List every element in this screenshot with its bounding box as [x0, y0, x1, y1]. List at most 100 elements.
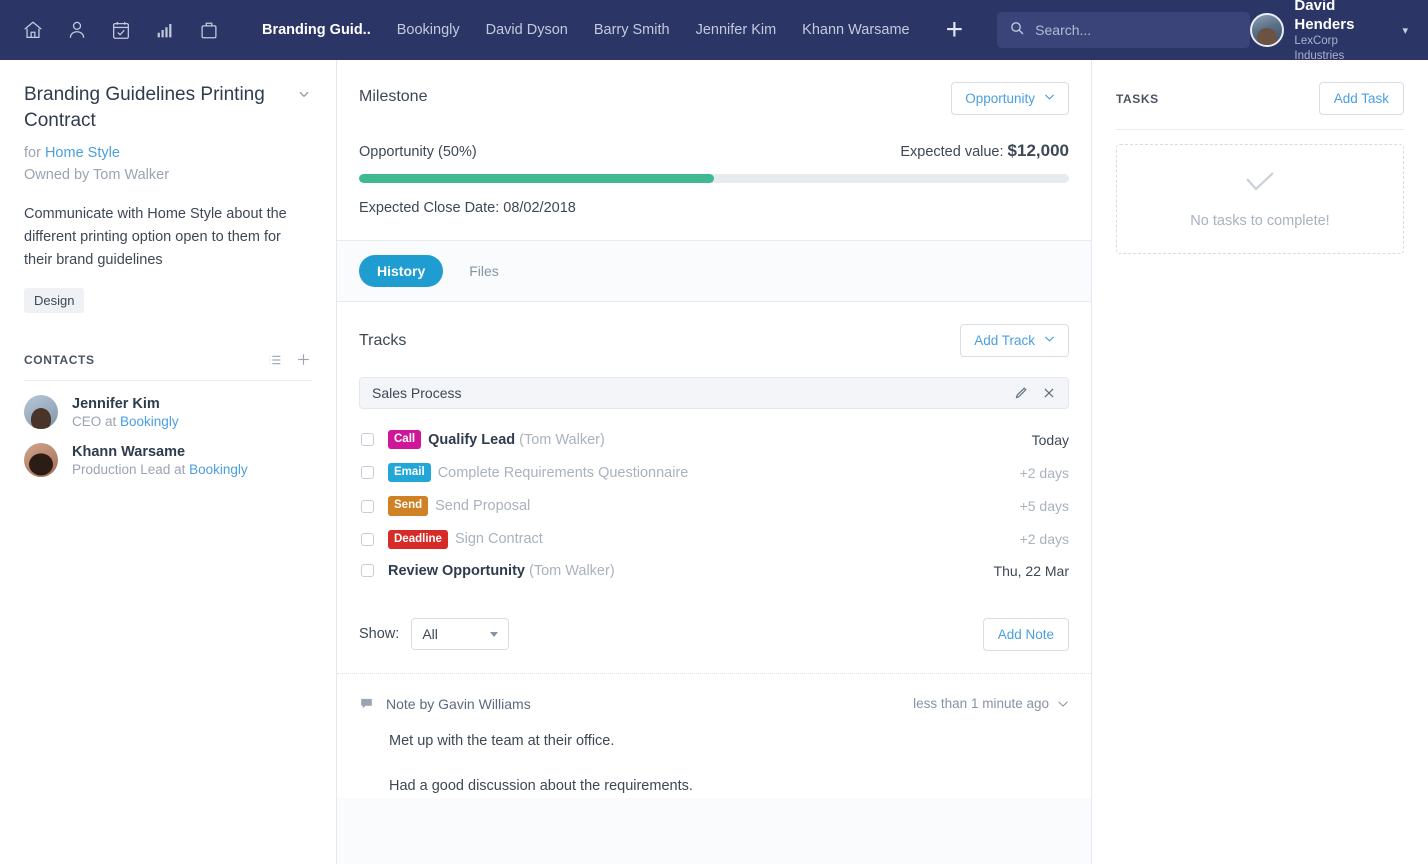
- track-step-row[interactable]: DeadlineSign Contract+2 days: [359, 523, 1069, 556]
- chevron-down-icon[interactable]: ▾: [1402, 24, 1408, 37]
- person-icon[interactable]: [64, 17, 90, 43]
- tasks-title: TASKS: [1116, 92, 1319, 106]
- step-checkbox[interactable]: [361, 433, 374, 446]
- nav-tab-khann-warsame[interactable]: Khann Warsame: [802, 22, 909, 38]
- briefcase-icon[interactable]: [196, 17, 222, 43]
- collapse-chevron-icon[interactable]: [296, 82, 312, 106]
- sidebar-header: Branding Guidelines Printing Contract: [24, 82, 312, 133]
- step-checkbox[interactable]: [361, 466, 374, 479]
- step-label: Qualify Lead (Tom Walker): [428, 432, 605, 448]
- page-body: Branding Guidelines Printing Contract fo…: [0, 60, 1428, 864]
- nav-tab-branding-guidelines[interactable]: Branding Guid..: [262, 22, 371, 38]
- tracks-title: Tracks: [359, 332, 960, 350]
- add-track-button[interactable]: Add Track: [960, 324, 1069, 357]
- user-name: David Henders: [1294, 0, 1382, 34]
- stage-dropdown-button[interactable]: Opportunity: [951, 82, 1069, 115]
- track-name: Sales Process: [372, 385, 1014, 401]
- contact-role-text: Production Lead at: [72, 462, 185, 477]
- stage-progress-label: Opportunity (50%): [359, 144, 900, 160]
- track-step-list: Call Qualify Lead (Tom Walker) Today EmailC…: [359, 423, 1069, 586]
- note-author: Note by Gavin Williams: [386, 696, 913, 712]
- expected-value: Expected value: $12,000: [900, 141, 1069, 161]
- nav-tab-barry-smith[interactable]: Barry Smith: [594, 22, 670, 38]
- progress-bar-fill: [359, 174, 714, 183]
- track-step-row[interactable]: Call Qualify Lead (Tom Walker) Today: [359, 423, 1069, 456]
- note-timestamp-text: less than 1 minute ago: [913, 696, 1049, 711]
- tasks-panel: TASKS Add Task No tasks to complete!: [1092, 60, 1428, 864]
- show-filter-value: All: [422, 626, 438, 642]
- contact-company-link[interactable]: Bookingly: [189, 462, 248, 477]
- track-step-row[interactable]: Review Opportunity (Tom Walker) Thu, 22 M…: [359, 556, 1069, 586]
- main-content: Milestone Opportunity Opportunity (50%) …: [337, 60, 1092, 864]
- expected-close-date: Expected Close Date: 08/02/2018: [359, 200, 1069, 216]
- deal-subtitle: for Home Style Owned by Tom Walker: [24, 143, 312, 187]
- list-view-icon[interactable]: [267, 352, 283, 368]
- user-organization: LexCorp Industries: [1294, 34, 1382, 63]
- top-navigation-bar: Branding Guid.. Bookingly David Dyson Ba…: [0, 0, 1428, 60]
- contacts-title: CONTACTS: [24, 353, 267, 367]
- contact-role-text: CEO at: [72, 414, 116, 429]
- tasks-empty-state: No tasks to complete!: [1116, 144, 1404, 254]
- tag-design[interactable]: Design: [24, 288, 84, 313]
- search-box[interactable]: [997, 12, 1250, 48]
- expected-value-label: Expected value:: [900, 144, 1003, 160]
- tab-history[interactable]: History: [359, 255, 443, 287]
- nav-tab-bookingly[interactable]: Bookingly: [397, 22, 460, 38]
- contacts-header: CONTACTS: [24, 351, 312, 368]
- close-icon[interactable]: [1042, 386, 1056, 400]
- add-track-label: Add Track: [974, 333, 1035, 348]
- company-link[interactable]: Home Style: [45, 145, 120, 161]
- step-checkbox[interactable]: [361, 500, 374, 513]
- nav-icon-group: [20, 17, 222, 43]
- stage-dropdown-label: Opportunity: [965, 91, 1035, 106]
- note-entry: Note by Gavin Williams less than 1 minut…: [337, 674, 1091, 798]
- add-contact-icon[interactable]: [295, 351, 312, 368]
- add-task-button[interactable]: Add Task: [1319, 82, 1404, 115]
- nav-tab-david-dyson[interactable]: David Dyson: [486, 22, 568, 38]
- step-label: Complete Requirements Questionnaire: [438, 465, 689, 481]
- step-checkbox[interactable]: [361, 533, 374, 546]
- search-input[interactable]: [1035, 22, 1238, 38]
- contact-name: Khann Warsame: [72, 444, 248, 460]
- progress-bar-track: [359, 174, 1069, 183]
- step-checkbox[interactable]: [361, 564, 374, 577]
- add-note-button[interactable]: Add Note: [983, 618, 1069, 651]
- nav-tab-jennifer-kim[interactable]: Jennifer Kim: [696, 22, 777, 38]
- filter-bar: Show: All Add Note: [337, 596, 1091, 674]
- chevron-down-icon: [1057, 696, 1069, 711]
- step-type-badge: Send: [388, 496, 428, 515]
- step-type-badge: Call: [388, 430, 421, 449]
- step-due-date: +5 days: [1020, 498, 1069, 514]
- step-due-date: Today: [1032, 432, 1069, 448]
- step-label: Review Opportunity (Tom Walker): [388, 563, 615, 579]
- milestone-title: Milestone: [359, 82, 951, 106]
- step-label: Send Proposal: [435, 498, 530, 514]
- left-sidebar: Branding Guidelines Printing Contract fo…: [0, 60, 337, 864]
- track-step-row[interactable]: EmailComplete Requirements Questionnaire…: [359, 456, 1069, 489]
- tasks-empty-text: No tasks to complete!: [1190, 213, 1329, 229]
- chevron-down-icon: [1044, 335, 1055, 346]
- track-row[interactable]: Sales Process: [359, 377, 1069, 409]
- bar-chart-icon[interactable]: [152, 17, 178, 43]
- avatar: [1250, 13, 1284, 47]
- calendar-check-icon[interactable]: [108, 17, 134, 43]
- note-paragraph: Met up with the team at their office.: [389, 730, 1069, 753]
- step-due-date: Thu, 22 Mar: [994, 563, 1069, 579]
- track-step-row[interactable]: Send Send Proposal +5 days: [359, 489, 1069, 522]
- step-label: Sign Contract: [455, 531, 543, 547]
- user-menu[interactable]: David Henders LexCorp Industries ▾: [1250, 0, 1412, 63]
- edit-pencil-icon[interactable]: [1014, 386, 1028, 400]
- note-timestamp[interactable]: less than 1 minute ago: [913, 696, 1069, 711]
- step-assignee: (Tom Walker): [525, 563, 615, 579]
- contact-name: Jennifer Kim: [72, 396, 179, 412]
- note-paragraph: Had a good discussion about the requirem…: [389, 775, 1069, 798]
- show-filter-select[interactable]: All: [411, 618, 509, 650]
- add-new-button[interactable]: +: [940, 15, 970, 45]
- contact-list-item[interactable]: Jennifer Kim CEO at Bookingly: [24, 381, 312, 429]
- contact-company-link[interactable]: Bookingly: [120, 414, 179, 429]
- home-icon[interactable]: [20, 17, 46, 43]
- contact-list-item[interactable]: Khann Warsame Production Lead at Booking…: [24, 429, 312, 477]
- deal-description: Communicate with Home Style about the di…: [24, 203, 312, 273]
- nav-tab-list: Branding Guid.. Bookingly David Dyson Ba…: [262, 22, 910, 38]
- tab-files[interactable]: Files: [451, 255, 517, 287]
